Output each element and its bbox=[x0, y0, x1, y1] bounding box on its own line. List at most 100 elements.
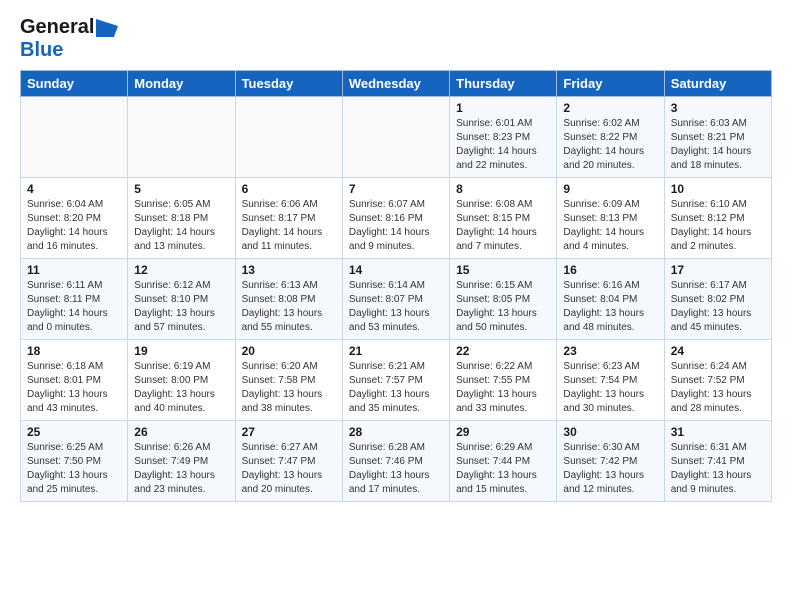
day-number: 1 bbox=[456, 101, 550, 115]
day-number: 7 bbox=[349, 182, 443, 196]
calendar-cell: 24 Sunrise: 6:24 AM Sunset: 7:52 PM Dayli… bbox=[664, 340, 771, 421]
week-row-3: 11 Sunrise: 6:11 AM Sunset: 8:11 PM Dayli… bbox=[21, 259, 772, 340]
day-number: 28 bbox=[349, 425, 443, 439]
calendar-cell: 3 Sunrise: 6:03 AM Sunset: 8:21 PM Daylig… bbox=[664, 97, 771, 178]
calendar-cell: 10 Sunrise: 6:10 AM Sunset: 8:12 PM Dayli… bbox=[664, 178, 771, 259]
calendar-cell: 13 Sunrise: 6:13 AM Sunset: 8:08 PM Dayli… bbox=[235, 259, 342, 340]
day-info: Sunrise: 6:07 AM Sunset: 8:16 PM Dayligh… bbox=[349, 198, 443, 254]
day-info: Sunrise: 6:09 AM Sunset: 8:13 PM Dayligh… bbox=[563, 198, 657, 254]
day-number: 24 bbox=[671, 344, 765, 358]
calendar-cell bbox=[342, 97, 449, 178]
calendar-cell: 15 Sunrise: 6:15 AM Sunset: 8:05 PM Dayli… bbox=[450, 259, 557, 340]
day-number: 15 bbox=[456, 263, 550, 277]
day-info: Sunrise: 6:08 AM Sunset: 8:15 PM Dayligh… bbox=[456, 198, 550, 254]
day-info: Sunrise: 6:11 AM Sunset: 8:11 PM Dayligh… bbox=[27, 279, 121, 335]
calendar-cell: 12Sunrise: 6:12 AM Sunset: 8:10 PM Dayli… bbox=[128, 259, 235, 340]
day-number: 27 bbox=[242, 425, 336, 439]
day-number: 12 bbox=[134, 263, 228, 277]
calendar-cell: 28 Sunrise: 6:28 AM Sunset: 7:46 PM Dayli… bbox=[342, 421, 449, 502]
page: General Blue SundayMondayTuesdayWednesda… bbox=[0, 0, 792, 518]
day-number: 10 bbox=[671, 182, 765, 196]
week-row-1: 1 Sunrise: 6:01 AM Sunset: 8:23 PM Daylig… bbox=[21, 97, 772, 178]
calendar-cell: 30 Sunrise: 6:30 AM Sunset: 7:42 PM Dayli… bbox=[557, 421, 664, 502]
weekday-header-sunday: Sunday bbox=[21, 71, 128, 97]
weekday-header-tuesday: Tuesday bbox=[235, 71, 342, 97]
day-info: Sunrise: 6:29 AM Sunset: 7:44 PM Dayligh… bbox=[456, 441, 550, 497]
weekday-header-saturday: Saturday bbox=[664, 71, 771, 97]
day-number: 25 bbox=[27, 425, 121, 439]
day-number: 3 bbox=[671, 101, 765, 115]
day-number: 11 bbox=[27, 263, 121, 277]
day-info: Sunrise: 6:06 AM Sunset: 8:17 PM Dayligh… bbox=[242, 198, 336, 254]
day-number: 13 bbox=[242, 263, 336, 277]
day-info: Sunrise: 6:03 AM Sunset: 8:21 PM Dayligh… bbox=[671, 117, 765, 173]
weekday-header-row: SundayMondayTuesdayWednesdayThursdayFrid… bbox=[21, 71, 772, 97]
day-info: Sunrise: 6:19 AM Sunset: 8:00 PM Dayligh… bbox=[134, 360, 228, 416]
calendar-cell: 8 Sunrise: 6:08 AM Sunset: 8:15 PM Daylig… bbox=[450, 178, 557, 259]
day-info: Sunrise: 6:10 AM Sunset: 8:12 PM Dayligh… bbox=[671, 198, 765, 254]
weekday-header-thursday: Thursday bbox=[450, 71, 557, 97]
day-info: Sunrise: 6:05 AM Sunset: 8:18 PM Dayligh… bbox=[134, 198, 228, 254]
calendar-cell: 29 Sunrise: 6:29 AM Sunset: 7:44 PM Dayli… bbox=[450, 421, 557, 502]
calendar-cell: 4 Sunrise: 6:04 AM Sunset: 8:20 PM Daylig… bbox=[21, 178, 128, 259]
day-info: Sunrise: 6:26 AM Sunset: 7:49 PM Dayligh… bbox=[134, 441, 228, 497]
calendar-cell: 17Sunrise: 6:17 AM Sunset: 8:02 PM Dayli… bbox=[664, 259, 771, 340]
calendar-cell: 21Sunrise: 6:21 AM Sunset: 7:57 PM Dayli… bbox=[342, 340, 449, 421]
week-row-4: 18 Sunrise: 6:18 AM Sunset: 8:01 PM Dayli… bbox=[21, 340, 772, 421]
day-number: 22 bbox=[456, 344, 550, 358]
calendar-cell: 2Sunrise: 6:02 AM Sunset: 8:22 PM Daylig… bbox=[557, 97, 664, 178]
calendar-cell: 18 Sunrise: 6:18 AM Sunset: 8:01 PM Dayli… bbox=[21, 340, 128, 421]
day-info: Sunrise: 6:28 AM Sunset: 7:46 PM Dayligh… bbox=[349, 441, 443, 497]
day-number: 18 bbox=[27, 344, 121, 358]
weekday-header-wednesday: Wednesday bbox=[342, 71, 449, 97]
calendar-cell: 7 Sunrise: 6:07 AM Sunset: 8:16 PM Daylig… bbox=[342, 178, 449, 259]
calendar-cell: 20Sunrise: 6:20 AM Sunset: 7:58 PM Dayli… bbox=[235, 340, 342, 421]
day-number: 30 bbox=[563, 425, 657, 439]
logo-bird-icon bbox=[96, 19, 118, 37]
calendar-cell: 23 Sunrise: 6:23 AM Sunset: 7:54 PM Dayli… bbox=[557, 340, 664, 421]
day-number: 20 bbox=[242, 344, 336, 358]
calendar-cell: 27 Sunrise: 6:27 AM Sunset: 7:47 PM Dayli… bbox=[235, 421, 342, 502]
day-info: Sunrise: 6:30 AM Sunset: 7:42 PM Dayligh… bbox=[563, 441, 657, 497]
day-info: Sunrise: 6:15 AM Sunset: 8:05 PM Dayligh… bbox=[456, 279, 550, 335]
weekday-header-friday: Friday bbox=[557, 71, 664, 97]
day-info: Sunrise: 6:01 AM Sunset: 8:23 PM Dayligh… bbox=[456, 117, 550, 173]
weekday-header-monday: Monday bbox=[128, 71, 235, 97]
day-info: Sunrise: 6:23 AM Sunset: 7:54 PM Dayligh… bbox=[563, 360, 657, 416]
day-info: Sunrise: 6:18 AM Sunset: 8:01 PM Dayligh… bbox=[27, 360, 121, 416]
calendar-table: SundayMondayTuesdayWednesdayThursdayFrid… bbox=[20, 70, 772, 502]
day-info: Sunrise: 6:31 AM Sunset: 7:41 PM Dayligh… bbox=[671, 441, 765, 497]
calendar-cell: 31 Sunrise: 6:31 AM Sunset: 7:41 PM Dayli… bbox=[664, 421, 771, 502]
calendar-cell bbox=[21, 97, 128, 178]
day-number: 29 bbox=[456, 425, 550, 439]
calendar-cell: 16Sunrise: 6:16 AM Sunset: 8:04 PM Dayli… bbox=[557, 259, 664, 340]
day-number: 26 bbox=[134, 425, 228, 439]
day-number: 6 bbox=[242, 182, 336, 196]
logo-general: General bbox=[20, 16, 94, 39]
day-number: 9 bbox=[563, 182, 657, 196]
day-number: 19 bbox=[134, 344, 228, 358]
day-info: Sunrise: 6:04 AM Sunset: 8:20 PM Dayligh… bbox=[27, 198, 121, 254]
day-info: Sunrise: 6:13 AM Sunset: 8:08 PM Dayligh… bbox=[242, 279, 336, 335]
day-info: Sunrise: 6:22 AM Sunset: 7:55 PM Dayligh… bbox=[456, 360, 550, 416]
week-row-5: 25Sunrise: 6:25 AM Sunset: 7:50 PM Dayli… bbox=[21, 421, 772, 502]
logo-blue: Blue bbox=[20, 39, 63, 61]
calendar-cell: 25Sunrise: 6:25 AM Sunset: 7:50 PM Dayli… bbox=[21, 421, 128, 502]
day-number: 8 bbox=[456, 182, 550, 196]
day-number: 2 bbox=[563, 101, 657, 115]
day-info: Sunrise: 6:27 AM Sunset: 7:47 PM Dayligh… bbox=[242, 441, 336, 497]
day-number: 16 bbox=[563, 263, 657, 277]
day-info: Sunrise: 6:14 AM Sunset: 8:07 PM Dayligh… bbox=[349, 279, 443, 335]
day-number: 14 bbox=[349, 263, 443, 277]
calendar-cell: 6 Sunrise: 6:06 AM Sunset: 8:17 PM Daylig… bbox=[235, 178, 342, 259]
logo: General Blue bbox=[20, 16, 118, 62]
day-number: 23 bbox=[563, 344, 657, 358]
calendar-cell: 9 Sunrise: 6:09 AM Sunset: 8:13 PM Daylig… bbox=[557, 178, 664, 259]
day-number: 4 bbox=[27, 182, 121, 196]
day-number: 31 bbox=[671, 425, 765, 439]
calendar-cell: 19 Sunrise: 6:19 AM Sunset: 8:00 PM Dayli… bbox=[128, 340, 235, 421]
calendar-cell: 5Sunrise: 6:05 AM Sunset: 8:18 PM Daylig… bbox=[128, 178, 235, 259]
week-row-2: 4 Sunrise: 6:04 AM Sunset: 8:20 PM Daylig… bbox=[21, 178, 772, 259]
day-info: Sunrise: 6:24 AM Sunset: 7:52 PM Dayligh… bbox=[671, 360, 765, 416]
calendar-cell: 22 Sunrise: 6:22 AM Sunset: 7:55 PM Dayli… bbox=[450, 340, 557, 421]
